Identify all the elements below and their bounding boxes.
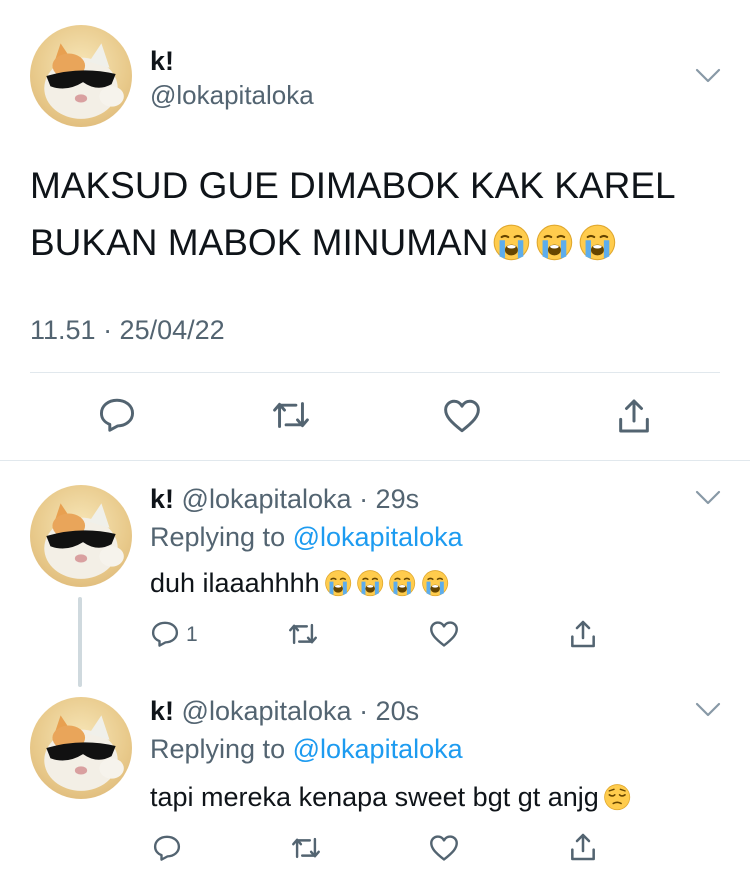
replying-prefix: Replying to xyxy=(150,734,286,764)
crying-emoji-icon xyxy=(578,223,617,262)
tweet-text-line-2-wrap: BUKAN MABOK MINUMAN xyxy=(30,222,617,264)
reply-time[interactable]: · 20s xyxy=(359,696,419,726)
crying-emoji-icon xyxy=(421,569,449,597)
reply-icon[interactable] xyxy=(152,834,182,862)
like-icon[interactable] xyxy=(428,620,460,648)
divider xyxy=(30,372,720,373)
thread-connector xyxy=(78,597,82,687)
reply-time[interactable]: · 29s xyxy=(359,484,419,514)
crying-emoji-icon xyxy=(535,223,574,262)
tweet-timestamp[interactable]: 11.51 · 25/04/22 xyxy=(30,315,225,346)
like-icon[interactable] xyxy=(442,398,482,434)
handle[interactable]: @lokapitaloka xyxy=(182,484,352,514)
pensive-emoji-icon xyxy=(603,783,631,811)
reply-count: 1 xyxy=(186,623,198,646)
avatar[interactable] xyxy=(30,25,132,127)
replying-to-link[interactable]: @lokapitaloka xyxy=(293,522,463,552)
chevron-down-icon[interactable] xyxy=(695,702,721,718)
cat-avatar-image xyxy=(44,503,124,579)
avatar[interactable] xyxy=(30,697,132,799)
reply-icon[interactable] xyxy=(150,620,180,648)
cat-avatar-image xyxy=(44,43,124,119)
retweet-icon[interactable] xyxy=(289,834,323,862)
tweet-text-line-2: BUKAN MABOK MINUMAN xyxy=(30,222,489,263)
display-name[interactable]: k! xyxy=(150,696,174,726)
replying-to-link[interactable]: @lokapitaloka xyxy=(293,734,463,764)
reply-header: k! @lokapitaloka · 29s xyxy=(150,484,419,515)
reply-text-wrap: duh ilaaahhhh xyxy=(150,568,449,599)
retweet-icon[interactable] xyxy=(269,397,313,433)
reply-icon[interactable] xyxy=(97,397,137,433)
handle[interactable]: @lokapitaloka xyxy=(182,696,352,726)
replying-to: Replying to @lokapitaloka xyxy=(150,522,463,553)
share-icon[interactable] xyxy=(567,618,599,650)
crying-emoji-icon xyxy=(492,223,531,262)
like-icon[interactable] xyxy=(428,834,460,862)
display-name[interactable]: k! xyxy=(150,46,174,77)
cat-avatar-image xyxy=(44,715,124,791)
handle[interactable]: @lokapitaloka xyxy=(150,80,314,111)
reply-header: k! @lokapitaloka · 20s xyxy=(150,696,419,727)
replying-to: Replying to @lokapitaloka xyxy=(150,734,463,765)
crying-emoji-icon xyxy=(324,569,352,597)
replying-prefix: Replying to xyxy=(150,522,286,552)
chevron-down-icon[interactable] xyxy=(695,68,721,84)
reply-text-wrap: tapi mereka kenapa sweet bgt gt anjg xyxy=(150,782,631,813)
share-icon[interactable] xyxy=(567,831,599,863)
reply-text: tapi mereka kenapa sweet bgt gt anjg xyxy=(150,782,599,812)
reply-text: duh ilaaahhhh xyxy=(150,568,320,598)
retweet-icon[interactable] xyxy=(286,620,320,648)
crying-emoji-icon xyxy=(356,569,384,597)
avatar[interactable] xyxy=(30,485,132,587)
tweet-text-line-1: MAKSUD GUE DIMABOK KAK KAREL xyxy=(30,165,676,206)
chevron-down-icon[interactable] xyxy=(695,490,721,506)
divider xyxy=(0,460,750,461)
share-icon[interactable] xyxy=(614,396,654,436)
display-name[interactable]: k! xyxy=(150,484,174,514)
crying-emoji-icon xyxy=(388,569,416,597)
